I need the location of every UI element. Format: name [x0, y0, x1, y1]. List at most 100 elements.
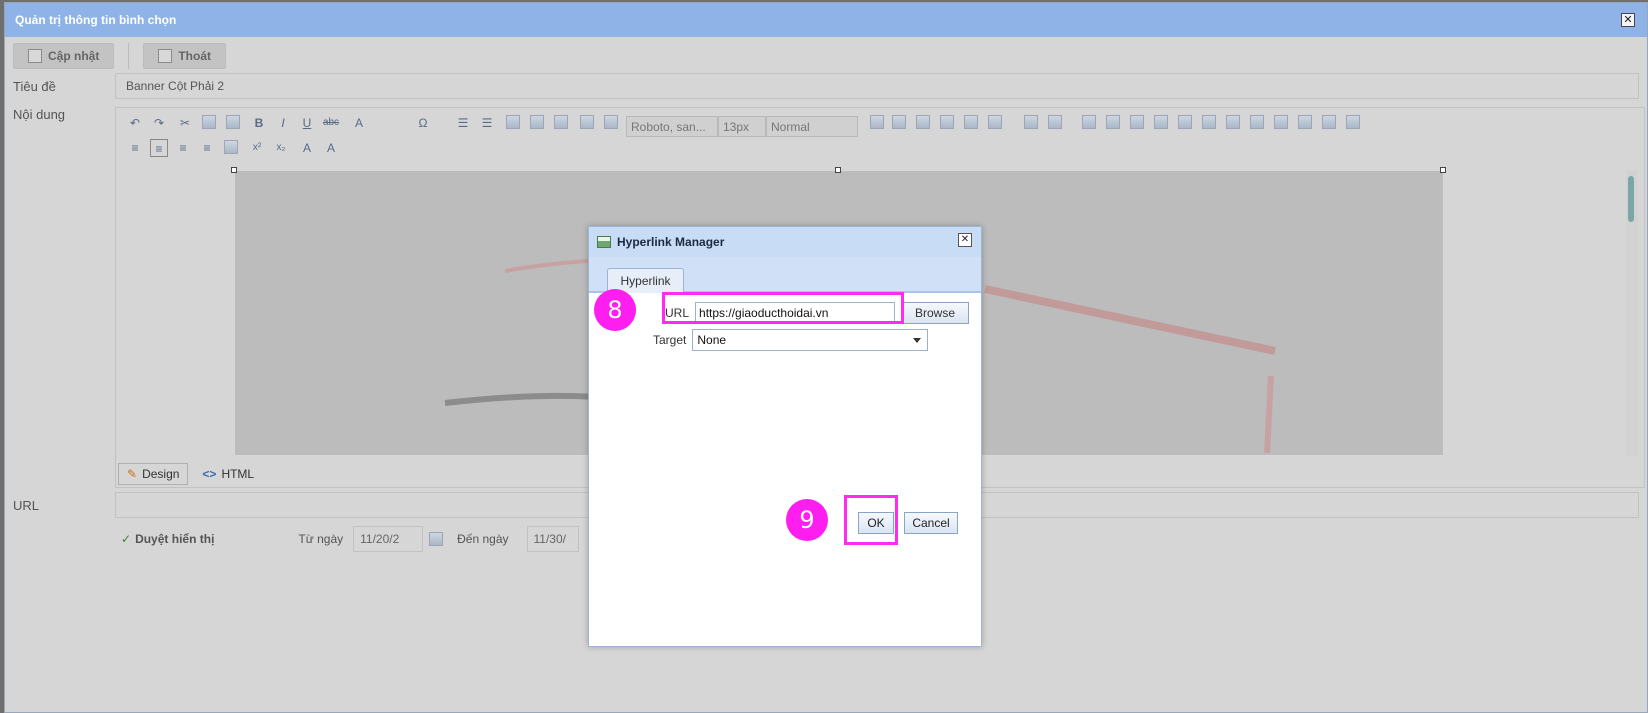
scrollbar-thumb[interactable] [1628, 176, 1634, 222]
save-icon [28, 49, 42, 63]
cancel-button[interactable]: Cancel [904, 512, 958, 534]
undo-icon[interactable]: ↶ [126, 114, 144, 132]
delete-row-icon[interactable] [1130, 115, 1144, 129]
dialog-close-button[interactable]: ✕ [958, 233, 972, 247]
media-manager-icon[interactable] [916, 115, 930, 129]
table-menu-icon[interactable] [1048, 115, 1062, 129]
copy-icon[interactable] [202, 115, 216, 129]
html-mode-button[interactable]: <> HTML [194, 463, 263, 485]
window-titlebar: Quản trị thông tin bình chọn ✕ [5, 3, 1647, 37]
editor-toolbar: ↶ ↷ ✂ B I U abc A Ω ☰ ☰ Roboto, san... 1… [122, 112, 1638, 162]
editor-scrollbar[interactable] [1626, 170, 1638, 456]
font-size-select[interactable]: 13px [718, 116, 766, 137]
ok-highlight-box [844, 495, 898, 545]
insert-column-right-icon[interactable] [1178, 115, 1192, 129]
window-title: Quản trị thông tin bình chọn [15, 13, 177, 27]
code-icon: <> [202, 467, 217, 481]
check-icon: ✓ [121, 532, 132, 546]
resize-handle[interactable] [1440, 167, 1446, 173]
pencil-icon: ✎ [127, 467, 138, 481]
font-color-icon[interactable]: A [350, 114, 368, 132]
title-input[interactable]: Banner Cột Phải 2 [115, 73, 1639, 99]
insert-row-above-icon[interactable] [1082, 115, 1096, 129]
chevron-down-icon [913, 338, 922, 343]
superscript-icon[interactable]: x² [248, 139, 266, 157]
exit-button[interactable]: Thoát [143, 43, 227, 69]
from-date-label: Từ ngày [298, 532, 344, 546]
flash-icon[interactable] [604, 115, 618, 129]
content-label: Nội dung [13, 107, 66, 122]
design-label: Design [142, 467, 180, 481]
url-label: URL [13, 498, 40, 513]
action-toolbar: Cập nhật Thoát [13, 43, 227, 69]
editor-mode-bar: ✎ Design <> HTML [118, 463, 263, 485]
bold-icon[interactable]: B [250, 114, 268, 132]
align-center-icon[interactable]: ≡ [150, 139, 168, 157]
ordered-list-icon[interactable]: ☰ [454, 114, 472, 132]
insert-column-left-icon[interactable] [1154, 115, 1168, 129]
insert-row-below-icon[interactable] [1106, 115, 1120, 129]
special-char-icon[interactable]: Ω [414, 114, 432, 132]
window-close-button[interactable]: ✕ [1621, 13, 1635, 27]
dialog-target-label: Target [653, 333, 687, 347]
approval-row: ✓ Duyệt hiển thị Từ ngày 11/20/2 Đến ngà… [115, 526, 579, 552]
unordered-list-icon[interactable]: ☰ [478, 114, 496, 132]
delete-column-icon[interactable] [1202, 115, 1216, 129]
merge-rows-icon[interactable] [1226, 115, 1240, 129]
exit-icon [158, 49, 173, 63]
table-properties-icon[interactable] [1322, 115, 1336, 129]
subscript-icon[interactable]: x₂ [272, 139, 290, 157]
dialog-tabstrip: Hyperlink [589, 257, 981, 293]
paste-icon[interactable] [226, 115, 240, 129]
font-family-select[interactable]: Roboto, san... [626, 116, 718, 137]
document-manager-icon[interactable] [892, 115, 906, 129]
redo-icon[interactable]: ↷ [150, 114, 168, 132]
align-right-icon[interactable]: ≡ [174, 139, 192, 157]
resize-handle[interactable] [231, 167, 237, 173]
merge-columns-icon[interactable] [1250, 115, 1264, 129]
cell-properties-icon[interactable] [1346, 115, 1360, 129]
convert-upper-icon[interactable]: A [322, 139, 340, 157]
convert-lower-icon[interactable]: A [298, 139, 316, 157]
split-cell-icon[interactable] [1274, 115, 1288, 129]
step-8-badge: 8 [594, 289, 636, 331]
strikethrough-icon[interactable]: abc [322, 114, 340, 132]
indent-icon[interactable] [940, 115, 954, 129]
hyperlink-manager-dialog: Hyperlink Manager ✕ Hyperlink URL https:… [588, 226, 982, 647]
format-select[interactable]: Normal [766, 116, 858, 137]
approve-checkbox-label[interactable]: Duyệt hiển thị [135, 532, 214, 546]
target-row: Target None [653, 329, 929, 351]
insert-table-icon[interactable] [506, 115, 520, 129]
target-select[interactable]: None [692, 329, 929, 351]
title-label: Tiêu đề [13, 79, 56, 94]
link-icon[interactable] [530, 115, 544, 129]
calendar-icon[interactable] [429, 532, 444, 546]
dialog-titlebar: Hyperlink Manager ✕ [589, 227, 981, 257]
browse-button[interactable]: Browse [901, 302, 970, 324]
align-left-icon[interactable]: ≡ [126, 139, 144, 157]
resize-handle[interactable] [835, 167, 841, 173]
step-9-badge: 9 [786, 499, 828, 541]
from-date-input[interactable]: 11/20/2 [353, 526, 424, 552]
to-date-label: Đến ngày [457, 532, 509, 546]
underline-icon[interactable]: U [298, 114, 316, 132]
update-button[interactable]: Cập nhật [13, 43, 115, 69]
flash-manager-icon[interactable] [988, 115, 1002, 129]
cut-icon[interactable]: ✂ [176, 114, 194, 132]
italic-icon[interactable]: I [274, 114, 292, 132]
toolbar-separator [128, 43, 130, 69]
to-date-input[interactable]: 11/30/ [526, 526, 579, 552]
design-mode-button[interactable]: ✎ Design [118, 463, 189, 485]
html-label: HTML [221, 467, 255, 481]
exit-label: Thoát [178, 49, 212, 63]
split-cell-horizontal-icon[interactable] [1298, 115, 1312, 129]
remove-alignment-icon[interactable] [224, 140, 238, 154]
outdent-icon[interactable] [964, 115, 978, 129]
justify-icon[interactable]: ≡ [198, 139, 216, 157]
image-icon[interactable] [580, 115, 594, 129]
url-highlight-box [662, 292, 904, 324]
image-manager-icon[interactable] [870, 115, 884, 129]
delete-table-icon[interactable] [1024, 115, 1038, 129]
unlink-icon[interactable] [554, 115, 568, 129]
window-icon [597, 236, 611, 248]
